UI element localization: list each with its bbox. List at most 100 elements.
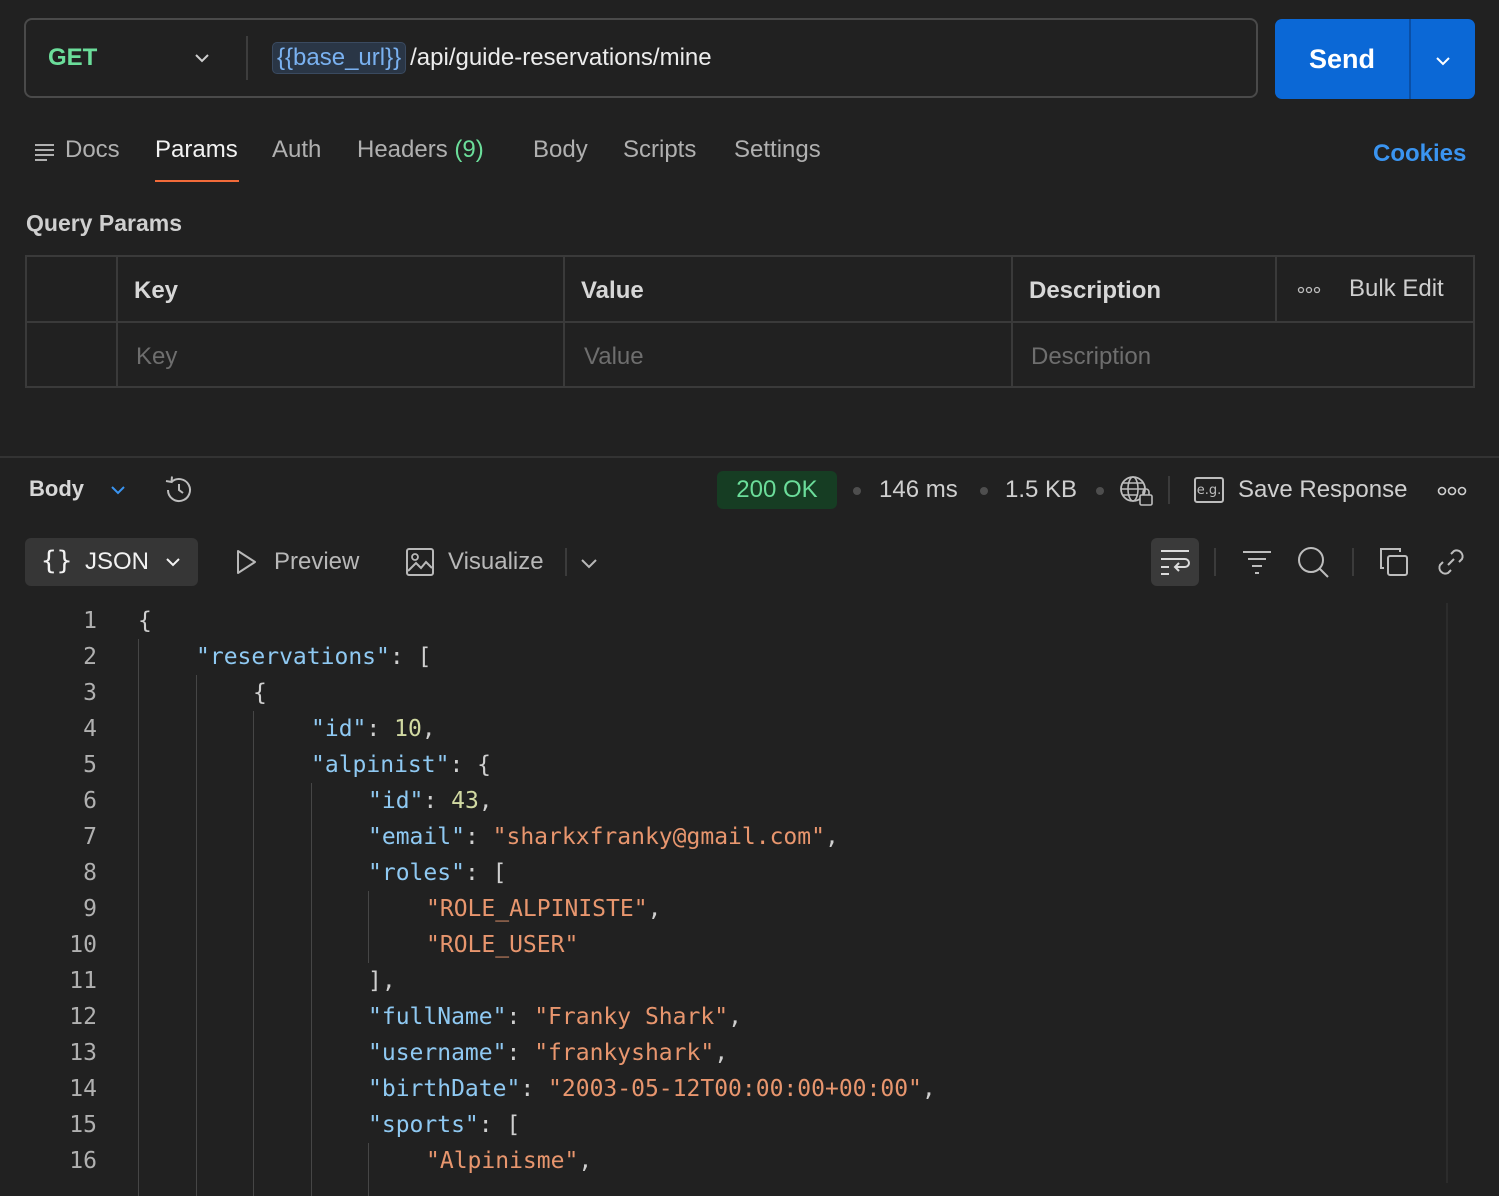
- send-split-divider: [1409, 19, 1411, 99]
- play-icon: [237, 550, 256, 574]
- line-number: 9: [83, 896, 97, 922]
- headers-count: (9): [454, 136, 484, 163]
- line-number: 10: [69, 932, 97, 958]
- toolbar-separator: [1168, 476, 1170, 504]
- tab-params[interactable]: Params: [155, 136, 238, 164]
- line-number: 8: [83, 860, 97, 886]
- line-number: 6: [83, 788, 97, 814]
- code-line: "ROLE_ALPINISTE",: [426, 896, 662, 922]
- indent-guide: [138, 639, 139, 1196]
- line-number: 13: [69, 1040, 97, 1066]
- status-badge[interactable]: 200 OK: [717, 471, 837, 509]
- url-divider: [246, 36, 248, 80]
- section-divider[interactable]: [0, 456, 1499, 458]
- scrollbar-track[interactable]: [1446, 603, 1448, 1183]
- code-line: "Alpinisme",: [426, 1148, 593, 1174]
- code-line: ],: [368, 968, 396, 994]
- code-line: "email": "sharkxfranky@gmail.com",: [368, 824, 839, 850]
- indent-guide: [196, 675, 197, 1196]
- separator-dot: [853, 487, 861, 495]
- chevron-down-icon[interactable]: [1433, 51, 1453, 71]
- history-icon[interactable]: [162, 473, 196, 507]
- tab-headers[interactable]: Headers (9): [357, 136, 484, 164]
- table-col-divider: [1275, 257, 1277, 321]
- copy-icon[interactable]: [1378, 546, 1410, 578]
- code-line: "alpinist": {: [311, 752, 492, 778]
- code-line: "id": 10,: [311, 716, 436, 742]
- table-col-divider: [116, 257, 118, 386]
- response-body-label[interactable]: Body: [29, 476, 84, 502]
- line-number: 12: [69, 1004, 97, 1030]
- line-number: 2: [83, 644, 97, 670]
- url-variable[interactable]: {{base_url}}: [272, 42, 407, 74]
- more-icon[interactable]: [1437, 486, 1467, 496]
- chevron-down-icon: [195, 54, 209, 63]
- response-code-view[interactable]: 1 2 3 4 5 6 7 8 9 10 11 12 13 14 15 16 {…: [0, 603, 1499, 1196]
- table-col-divider: [1011, 257, 1013, 386]
- url-path: /api/guide-reservations/mine: [410, 44, 712, 71]
- code-line: {: [253, 680, 267, 706]
- tab-auth[interactable]: Auth: [272, 136, 321, 164]
- code-line: "sports": [: [368, 1112, 521, 1138]
- method-label: GET: [48, 44, 98, 71]
- chevron-down-icon[interactable]: [578, 552, 600, 574]
- link-icon[interactable]: [1434, 545, 1468, 579]
- value-input[interactable]: Value: [584, 343, 644, 371]
- header-key: Key: [134, 277, 179, 304]
- description-input[interactable]: Description: [1031, 343, 1151, 371]
- tab-body[interactable]: Body: [533, 136, 588, 164]
- send-button[interactable]: Send: [1275, 19, 1475, 99]
- tab-scripts[interactable]: Scripts: [623, 136, 696, 164]
- code-line: "ROLE_USER": [426, 932, 579, 958]
- indent-guide: [368, 891, 369, 963]
- chevron-down-icon[interactable]: [108, 480, 128, 500]
- braces-icon: {}: [41, 546, 73, 576]
- code-line: "roles": [: [368, 860, 507, 886]
- line-number: 14: [69, 1076, 97, 1102]
- line-number: 4: [83, 716, 97, 742]
- line-number: 16: [69, 1148, 97, 1174]
- tab-settings[interactable]: Settings: [734, 136, 821, 164]
- toolbar-separator: [1214, 548, 1216, 576]
- bulk-edit-button[interactable]: Bulk Edit: [1349, 275, 1444, 303]
- method-select[interactable]: GET: [26, 20, 246, 96]
- active-tab-underline: [155, 180, 239, 182]
- url-input[interactable]: {{base_url}} /api/guide-reservations/min…: [272, 20, 712, 96]
- cookies-link[interactable]: Cookies: [1373, 140, 1466, 168]
- format-select[interactable]: {} JSON: [25, 538, 198, 586]
- query-params-title: Query Params: [26, 210, 182, 236]
- wrap-icon: [1161, 550, 1190, 575]
- example-icon[interactable]: e.g.: [1194, 477, 1224, 503]
- docs-list-icon: [35, 144, 54, 161]
- separator-dot: [980, 487, 988, 495]
- more-icon[interactable]: [1297, 286, 1321, 294]
- format-label: JSON: [85, 548, 150, 575]
- response-time[interactable]: 146 ms: [879, 476, 958, 504]
- code-line: {: [138, 608, 152, 634]
- key-input[interactable]: Key: [136, 343, 177, 371]
- indent-guide: [311, 783, 312, 1196]
- table-row-divider: [27, 321, 1473, 323]
- tab-docs[interactable]: Docs: [65, 136, 120, 164]
- chevron-down-icon: [166, 558, 180, 567]
- line-number: 11: [69, 968, 97, 994]
- line-number: 3: [83, 680, 97, 706]
- line-number: 5: [83, 752, 97, 778]
- header-description: Description: [1029, 277, 1162, 304]
- line-number: 7: [83, 824, 97, 850]
- separator-dot: [1096, 487, 1104, 495]
- visualize-tab[interactable]: Visualize: [448, 548, 544, 576]
- wrap-lines-button[interactable]: [1151, 538, 1199, 586]
- response-size[interactable]: 1.5 KB: [1005, 476, 1077, 504]
- search-icon[interactable]: [1296, 545, 1330, 579]
- line-number: 15: [69, 1112, 97, 1138]
- url-bar: GET {{base_url}} /api/guide-reservations…: [24, 18, 1258, 98]
- code-line: "reservations": [: [196, 644, 432, 670]
- code-line: "fullName": "Franky Shark",: [368, 1004, 742, 1030]
- save-response-button[interactable]: Save Response: [1238, 476, 1407, 504]
- preview-tab[interactable]: Preview: [274, 548, 359, 576]
- tab-headers-label: Headers: [357, 136, 448, 163]
- globe-lock-icon[interactable]: [1118, 473, 1154, 507]
- indent-guide: [368, 1143, 369, 1196]
- filter-icon[interactable]: [1241, 547, 1273, 577]
